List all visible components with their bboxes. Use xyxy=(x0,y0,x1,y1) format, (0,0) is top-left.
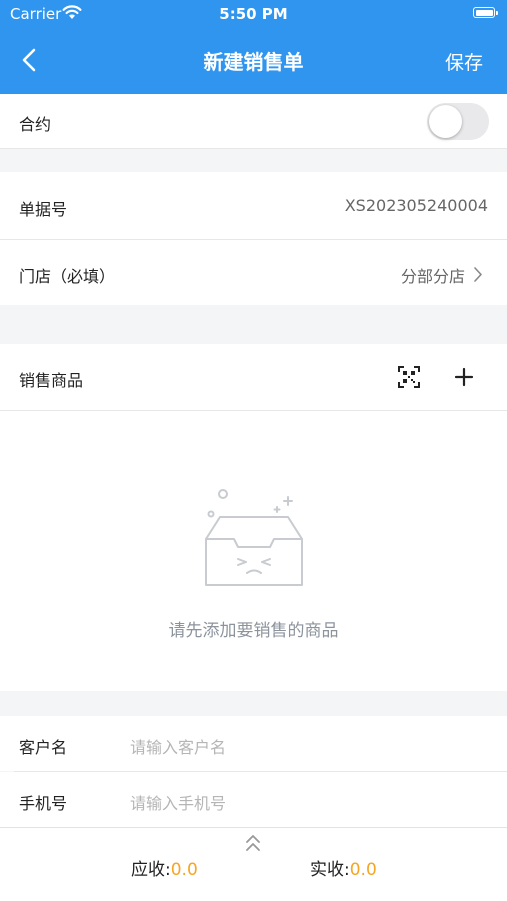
phone-label: 手机号 xyxy=(19,794,68,813)
customer-name-input[interactable]: 请输入客户名 xyxy=(130,734,226,758)
products-label: 销售商品 xyxy=(19,371,84,390)
empty-box-icon xyxy=(205,489,303,586)
empty-products-text: 请先添加要销售的商品 xyxy=(168,621,339,641)
summary-footer: 应收:0.0 实收:0.0 xyxy=(0,827,507,901)
doc-number-label: 单据号 xyxy=(19,200,68,219)
scan-icon[interactable] xyxy=(398,366,420,388)
products-empty-area: 请先添加要销售的商品 xyxy=(0,411,507,691)
received-label: 实收: xyxy=(310,860,350,880)
contract-label: 合约 xyxy=(19,115,52,134)
store-row[interactable]: 门店（必填） 分部分店 xyxy=(0,240,507,305)
battery-icon xyxy=(473,7,498,18)
receivable-label: 应收: xyxy=(131,860,171,880)
save-button[interactable]: 保存 xyxy=(445,48,483,75)
doc-number-value: XS202305240004 xyxy=(344,196,488,215)
divider xyxy=(0,148,507,149)
customer-name-label: 客户名 xyxy=(19,738,68,757)
add-product-icon[interactable] xyxy=(454,367,474,387)
phone-input[interactable]: 请输入手机号 xyxy=(130,790,226,814)
store-value: 分部分店 xyxy=(400,267,465,286)
customer-name-row: 客户名 请输入客户名 xyxy=(0,716,507,771)
received-amount: 0.0 xyxy=(349,860,377,880)
toggle-knob xyxy=(429,105,462,138)
status-bar: Carrier 5:50 PM xyxy=(0,0,507,28)
navigation-bar: Carrier 5:50 PM 新建销售单 保存 xyxy=(0,0,507,94)
doc-number-row: 单据号 XS202305240004 xyxy=(0,172,507,239)
phone-row: 手机号 请输入手机号 xyxy=(0,772,507,827)
products-header: 销售商品 xyxy=(0,344,507,410)
chevron-right-icon xyxy=(474,267,482,282)
received-summary: 实收:0.0 xyxy=(310,855,377,880)
status-time: 5:50 PM xyxy=(219,5,288,23)
page-title: 新建销售单 xyxy=(203,50,304,74)
store-label: 门店（必填） xyxy=(19,267,116,286)
receivable-summary: 应收:0.0 xyxy=(131,855,198,880)
receivable-amount: 0.0 xyxy=(170,860,198,880)
contract-toggle[interactable] xyxy=(427,103,489,140)
expand-up-icon[interactable] xyxy=(245,834,261,852)
